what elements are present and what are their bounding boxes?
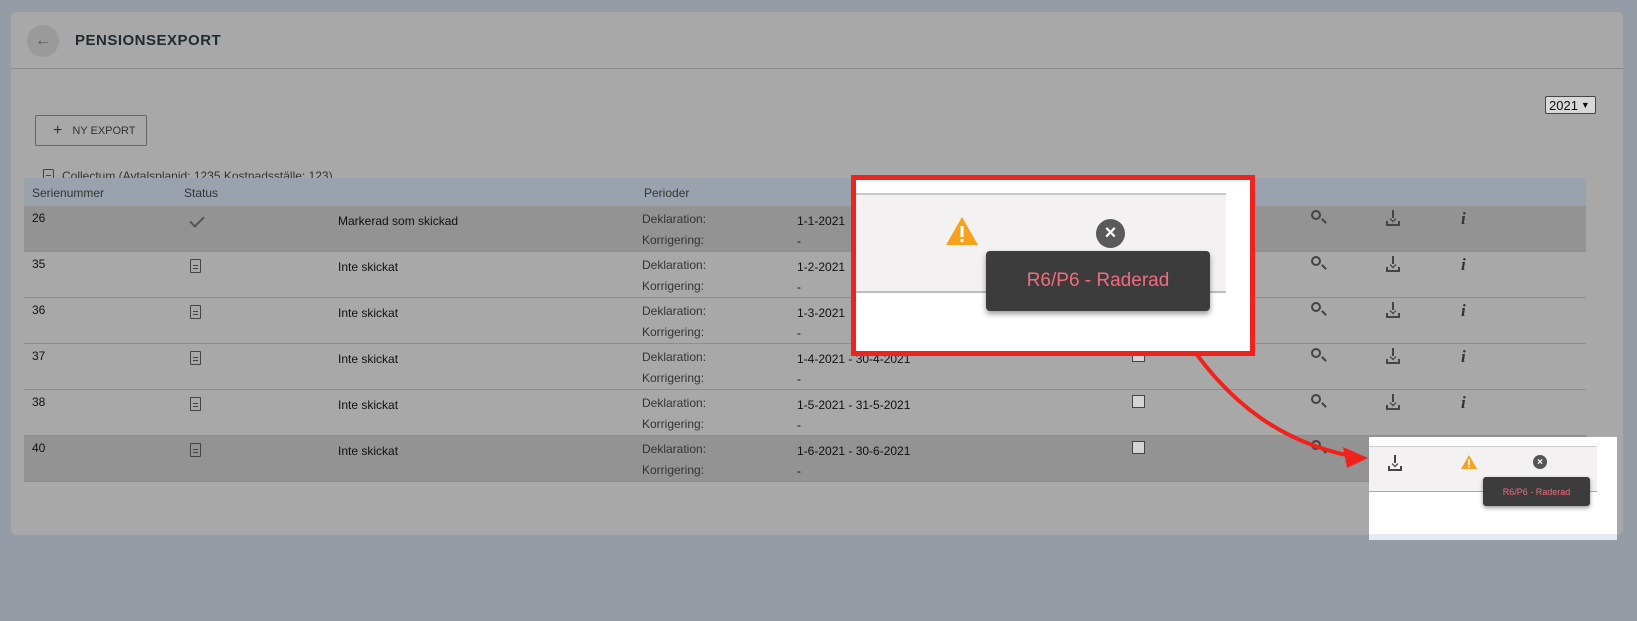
warning-icon bbox=[946, 217, 978, 245]
close-circle-icon[interactable]: × bbox=[1096, 219, 1125, 248]
tooltip-small: R6/P6 - Raderad bbox=[1483, 477, 1590, 506]
tooltip: R6/P6 - Raderad bbox=[986, 251, 1210, 311]
download-icon[interactable] bbox=[1387, 455, 1403, 471]
warning-icon bbox=[1461, 455, 1477, 469]
small-preview: × R6/P6 - Raderad bbox=[1369, 437, 1617, 540]
zoom-callout: × R6/P6 - Raderad bbox=[851, 175, 1255, 356]
close-circle-icon[interactable]: × bbox=[1533, 455, 1547, 469]
